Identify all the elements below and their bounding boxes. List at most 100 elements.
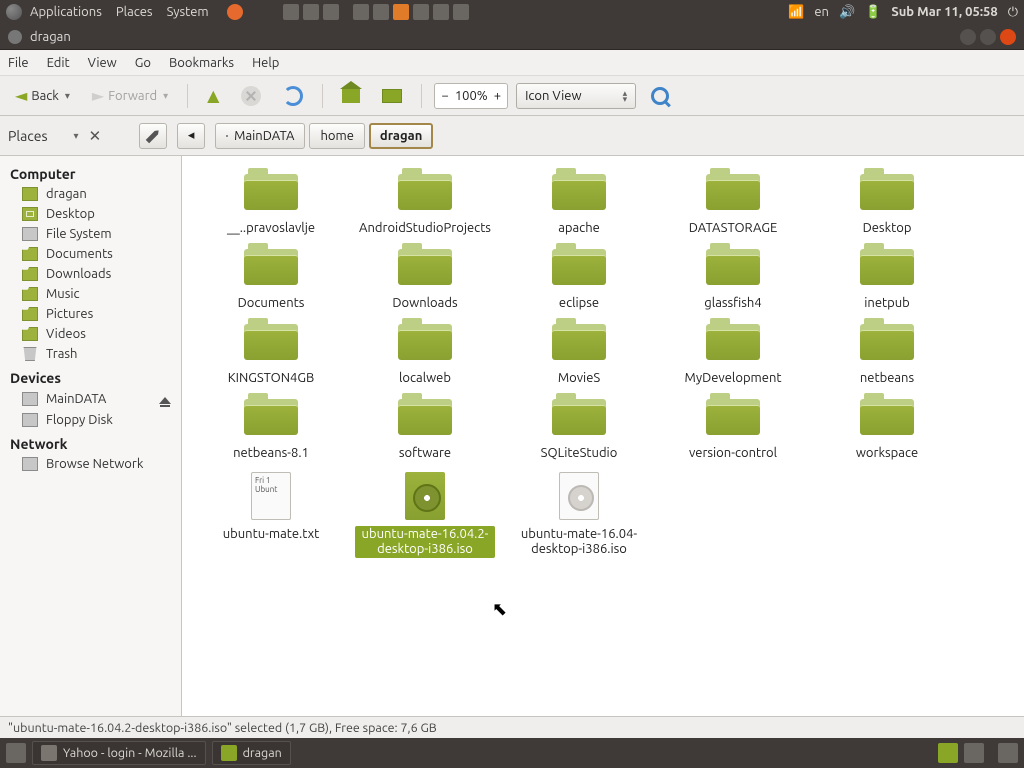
- trash-applet-icon[interactable]: [998, 743, 1018, 763]
- sidebar-heading: Devices: [0, 364, 181, 388]
- zoom-out-icon[interactable]: −: [441, 89, 448, 103]
- forward-button[interactable]: ► Forward ▾: [85, 82, 175, 110]
- file-name: glassfish4: [700, 295, 765, 312]
- file-item[interactable]: MyDevelopment: [656, 320, 810, 389]
- file-item[interactable]: software: [348, 395, 502, 464]
- sidebar-item[interactable]: Documents: [0, 244, 181, 264]
- menu-edit[interactable]: Edit: [47, 56, 70, 70]
- sidebar-item[interactable]: Videos: [0, 324, 181, 344]
- file-item[interactable]: Fri 1 Ubuntubuntu-mate.txt: [194, 470, 348, 560]
- up-arrow-icon: ▲: [207, 86, 219, 105]
- ubuntu-logo-icon[interactable]: [6, 4, 22, 20]
- home-button[interactable]: [335, 82, 367, 110]
- folder-icon: [398, 247, 452, 289]
- file-item[interactable]: ubuntu-mate-16.04.2-desktop-i386.iso: [348, 470, 502, 560]
- sidebar-item-label: Pictures: [46, 307, 93, 321]
- tray-icon[interactable]: [323, 4, 339, 20]
- file-item[interactable]: ubuntu-mate-16.04-desktop-i386.iso: [502, 470, 656, 560]
- computer-button[interactable]: [375, 82, 409, 110]
- network-icon[interactable]: 📶: [788, 5, 804, 20]
- workspace-switcher[interactable]: [964, 743, 984, 763]
- tray-icon[interactable]: [353, 4, 369, 20]
- file-item[interactable]: apache: [502, 170, 656, 239]
- eject-button[interactable]: [159, 391, 171, 407]
- reload-button[interactable]: [276, 82, 310, 110]
- firefox-launcher-icon[interactable]: [227, 4, 243, 20]
- tray-icon[interactable]: [373, 4, 389, 20]
- menu-bookmarks[interactable]: Bookmarks: [169, 56, 234, 70]
- tray-icon[interactable]: [283, 4, 299, 20]
- menu-view[interactable]: View: [88, 56, 117, 70]
- sidebar-item[interactable]: Downloads: [0, 264, 181, 284]
- sidebar-item[interactable]: Music: [0, 284, 181, 304]
- file-item[interactable]: eclipse: [502, 245, 656, 314]
- tray-icon[interactable]: [413, 4, 429, 20]
- menu-go[interactable]: Go: [135, 56, 151, 70]
- power-icon[interactable]: ⏻: [1008, 5, 1018, 20]
- breadcrumb-item[interactable]: dragan: [369, 123, 433, 149]
- battery-icon[interactable]: 🔋: [865, 5, 881, 20]
- taskbar-button[interactable]: Yahoo - login - Mozilla ...: [32, 741, 206, 765]
- file-item[interactable]: Desktop: [810, 170, 964, 239]
- search-button[interactable]: [644, 82, 676, 110]
- edit-path-button[interactable]: [139, 123, 167, 149]
- menu-system[interactable]: System: [167, 5, 209, 19]
- sidebar-item[interactable]: Pictures: [0, 304, 181, 324]
- workspace-switcher[interactable]: [938, 743, 958, 763]
- tray-icon[interactable]: [303, 4, 319, 20]
- close-button[interactable]: [1000, 29, 1016, 45]
- breadcrumb-item[interactable]: home: [309, 123, 364, 149]
- sidebar-item[interactable]: File System: [0, 224, 181, 244]
- taskbar-button[interactable]: dragan: [212, 741, 291, 765]
- path-prev-button[interactable]: ◂: [177, 123, 205, 149]
- sidebar-item[interactable]: dragan: [0, 184, 181, 204]
- menu-file[interactable]: File: [8, 56, 29, 70]
- maximize-button[interactable]: [980, 29, 996, 45]
- stop-button[interactable]: [234, 82, 268, 110]
- clock[interactable]: Sub Mar 11, 05:58: [891, 5, 997, 19]
- file-item[interactable]: netbeans-8.1: [194, 395, 348, 464]
- file-item[interactable]: MovieS: [502, 320, 656, 389]
- menu-applications[interactable]: Applications: [30, 5, 102, 19]
- tray-icon[interactable]: [393, 4, 409, 20]
- file-item[interactable]: glassfish4: [656, 245, 810, 314]
- file-item[interactable]: inetpub: [810, 245, 964, 314]
- file-item[interactable]: __..pravoslavlje: [194, 170, 348, 239]
- file-item[interactable]: Documents: [194, 245, 348, 314]
- minimize-button[interactable]: [960, 29, 976, 45]
- sidebar-item[interactable]: MainDATA: [0, 388, 181, 410]
- sidebar-item[interactable]: Desktop: [0, 204, 181, 224]
- language-indicator[interactable]: en: [814, 5, 829, 19]
- file-item[interactable]: SQLiteStudio: [502, 395, 656, 464]
- show-desktop-button[interactable]: [6, 743, 26, 763]
- reload-icon: [283, 86, 303, 106]
- up-button[interactable]: ▲: [200, 82, 226, 110]
- sidebar-item[interactable]: Browse Network: [0, 454, 181, 474]
- tray-icon[interactable]: [433, 4, 449, 20]
- file-item[interactable]: AndroidStudioProjects: [348, 170, 502, 239]
- zoom-in-icon[interactable]: +: [494, 89, 501, 103]
- sidebar-item[interactable]: Floppy Disk: [0, 410, 181, 430]
- zoom-control[interactable]: − 100% +: [434, 83, 508, 109]
- file-item[interactable]: DATASTORAGE: [656, 170, 810, 239]
- file-item[interactable]: localweb: [348, 320, 502, 389]
- file-item[interactable]: KINGSTON4GB: [194, 320, 348, 389]
- file-item[interactable]: Downloads: [348, 245, 502, 314]
- view-mode-select[interactable]: Icon View ▴▾: [516, 83, 636, 109]
- menu-help[interactable]: Help: [252, 56, 279, 70]
- breadcrumb-item[interactable]: MainDATA: [215, 123, 305, 149]
- file-item[interactable]: workspace: [810, 395, 964, 464]
- menu-places[interactable]: Places: [116, 5, 153, 19]
- tray-icon[interactable]: [453, 4, 469, 20]
- titlebar[interactable]: dragan: [0, 24, 1024, 50]
- back-button[interactable]: ◄ Back ▾: [8, 82, 77, 110]
- sidebar-item[interactable]: Trash: [0, 344, 181, 364]
- volume-icon[interactable]: 🔊: [839, 5, 855, 20]
- chevron-down-icon[interactable]: ▾: [74, 130, 79, 142]
- back-arrow-icon: ◄: [15, 86, 27, 105]
- file-item[interactable]: netbeans: [810, 320, 964, 389]
- sidebar-heading: Computer: [0, 160, 181, 184]
- close-sidebar-button[interactable]: ✕: [89, 127, 102, 145]
- file-item[interactable]: version-control: [656, 395, 810, 464]
- content-area[interactable]: __..pravoslavljeAndroidStudioProjectsapa…: [182, 156, 1024, 716]
